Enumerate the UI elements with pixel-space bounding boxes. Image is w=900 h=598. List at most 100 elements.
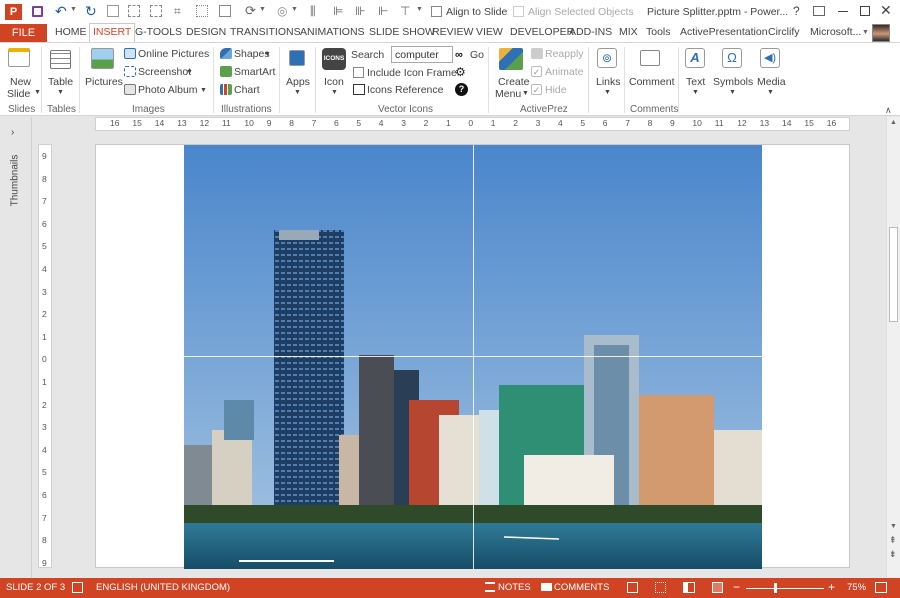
new-slide-button-line2[interactable]: Slide xyxy=(7,88,30,100)
collapse-ribbon-icon[interactable]: ∧ xyxy=(885,105,892,116)
tab-view[interactable]: VIEW xyxy=(476,26,503,38)
comment-button[interactable]: Comment xyxy=(629,76,675,88)
links-dropdown-icon[interactable]: ▼ xyxy=(604,89,611,96)
arrange-icon[interactable] xyxy=(219,5,231,17)
table-icon[interactable] xyxy=(50,50,71,69)
shapes-icon[interactable] xyxy=(220,48,232,59)
rotate-dropdown-icon[interactable]: ▼ xyxy=(259,6,266,13)
shapes-qat-dropdown-icon[interactable]: ▼ xyxy=(291,6,298,13)
slide-canvas[interactable] xyxy=(95,144,850,569)
zoom-in-button[interactable]: + xyxy=(828,580,835,594)
help-circle-icon[interactable]: ? xyxy=(455,83,468,96)
tab-file[interactable]: FILE xyxy=(0,24,47,42)
tab-add-ins[interactable]: ADD-INS xyxy=(569,26,612,38)
close-button[interactable]: ✕ xyxy=(880,2,892,19)
text-button[interactable]: Text xyxy=(686,76,705,88)
tab-activepresentation[interactable]: ActivePresentation xyxy=(680,26,768,38)
media-icon[interactable]: ◀) xyxy=(760,48,780,68)
apps-icon[interactable] xyxy=(289,50,305,66)
symbols-icon[interactable]: Ω xyxy=(722,48,742,68)
icon-button[interactable]: Icon xyxy=(324,76,344,88)
smartart-button[interactable]: SmartArt xyxy=(234,66,275,78)
avatar[interactable] xyxy=(872,24,890,42)
binoculars-icon[interactable]: ∞ xyxy=(455,49,463,61)
account-dropdown-icon[interactable]: ▼ xyxy=(862,29,869,36)
shapes-dropdown-icon[interactable]: ▼ xyxy=(264,51,271,58)
undo-dropdown-icon[interactable]: ▼ xyxy=(70,6,77,13)
reading-view-icon[interactable] xyxy=(683,582,695,593)
pictures-icon[interactable] xyxy=(91,48,114,69)
align-dropdown-icon[interactable]: ▼ xyxy=(416,6,423,13)
comment-icon[interactable] xyxy=(640,50,660,66)
tab-home[interactable]: HOME xyxy=(55,26,87,38)
tab-insert[interactable]: INSERT xyxy=(89,23,136,43)
minimize-button[interactable] xyxy=(838,11,848,12)
animate-checkbox[interactable]: ✓ xyxy=(531,66,542,77)
tab-g-tools[interactable]: G-TOOLS xyxy=(135,26,182,38)
create-menu-icon[interactable] xyxy=(499,48,523,70)
fit-slide-icon[interactable] xyxy=(875,582,887,593)
symbols-dropdown-icon[interactable]: ▼ xyxy=(729,89,736,96)
screenshot-button[interactable]: Screenshot xyxy=(138,66,191,78)
rotate-icon[interactable]: ⟳ xyxy=(245,3,256,19)
guide-horizontal[interactable] xyxy=(184,356,762,357)
media-dropdown-icon[interactable]: ▼ xyxy=(767,89,774,96)
slide-sorter-icon[interactable] xyxy=(655,582,666,593)
guide-vertical[interactable] xyxy=(473,145,474,569)
comments-icon[interactable] xyxy=(541,583,552,591)
powerpoint-logo-icon[interactable]: P xyxy=(5,4,22,20)
screenshot-icon[interactable] xyxy=(124,66,136,77)
normal-view-icon[interactable] xyxy=(627,582,638,593)
redo-icon[interactable]: ↻ xyxy=(85,3,97,20)
symbols-button[interactable]: Symbols xyxy=(713,76,753,88)
align-center-icon[interactable]: ⊪ xyxy=(355,4,365,18)
shapes-qat-icon[interactable]: ◎ xyxy=(277,4,287,18)
text-icon[interactable]: A xyxy=(685,48,705,68)
reapply-button[interactable]: Reapply xyxy=(545,48,584,60)
account-name[interactable]: Microsoft... xyxy=(810,26,861,38)
zoom-out-button[interactable]: − xyxy=(733,580,740,594)
select-icon[interactable] xyxy=(196,5,208,17)
icons-reference-button[interactable]: Icons Reference xyxy=(367,84,443,96)
table-dropdown-icon[interactable]: ▼ xyxy=(57,89,64,96)
apps-dropdown-icon[interactable]: ▼ xyxy=(294,89,301,96)
notes-icon[interactable] xyxy=(485,582,495,592)
maximize-button[interactable] xyxy=(860,6,870,16)
chart-button[interactable]: Chart xyxy=(234,84,260,96)
photo-album-dropdown-icon[interactable]: ▼ xyxy=(200,87,207,94)
save-icon[interactable] xyxy=(32,6,43,17)
spelling-icon[interactable] xyxy=(72,582,83,593)
align-top-icon[interactable]: ⊤ xyxy=(400,4,410,18)
create-menu-button-line2[interactable]: Menu xyxy=(495,88,521,100)
tab-review[interactable]: REVIEW xyxy=(432,26,473,38)
new-slide-dropdown-icon[interactable]: ▼ xyxy=(34,89,41,96)
links-button[interactable]: Links xyxy=(596,76,621,88)
comments-button[interactable]: COMMENTS xyxy=(554,582,609,593)
tab-design[interactable]: DESIGN xyxy=(186,26,226,38)
zoom-slider-thumb[interactable] xyxy=(774,583,777,593)
zoom-level[interactable]: 75% xyxy=(847,582,866,593)
go-button[interactable]: Go xyxy=(470,49,484,61)
ungroup-icon[interactable] xyxy=(150,5,162,17)
tab-animations[interactable]: ANIMATIONS xyxy=(300,26,365,38)
screenshot-dropdown-icon[interactable]: ▼ xyxy=(186,69,193,76)
scroll-thumb[interactable] xyxy=(889,227,898,322)
text-dropdown-icon[interactable]: ▼ xyxy=(692,89,699,96)
online-pictures-icon[interactable] xyxy=(124,48,136,59)
ribbon-display-icon[interactable] xyxy=(813,6,825,16)
smartart-icon[interactable] xyxy=(220,66,232,77)
group-icon[interactable] xyxy=(128,5,140,17)
links-icon[interactable]: ⊚ xyxy=(597,48,617,68)
table-button[interactable]: Table xyxy=(48,76,73,88)
crop-icon[interactable]: ⌗ xyxy=(174,4,181,19)
tab-tools[interactable]: Tools xyxy=(646,26,671,38)
tab-mix[interactable]: MIX xyxy=(619,26,638,38)
align-selected-checkbox[interactable] xyxy=(513,6,524,17)
scroll-down-icon[interactable]: ▼ xyxy=(890,523,897,530)
reapply-icon[interactable] xyxy=(531,48,543,59)
distribute-icon[interactable]: ⫼ xyxy=(310,4,316,19)
apps-button[interactable]: Apps xyxy=(286,76,310,88)
icons-reference-icon[interactable] xyxy=(353,84,365,95)
new-slide-icon[interactable] xyxy=(8,48,30,67)
media-button[interactable]: Media xyxy=(757,76,786,88)
